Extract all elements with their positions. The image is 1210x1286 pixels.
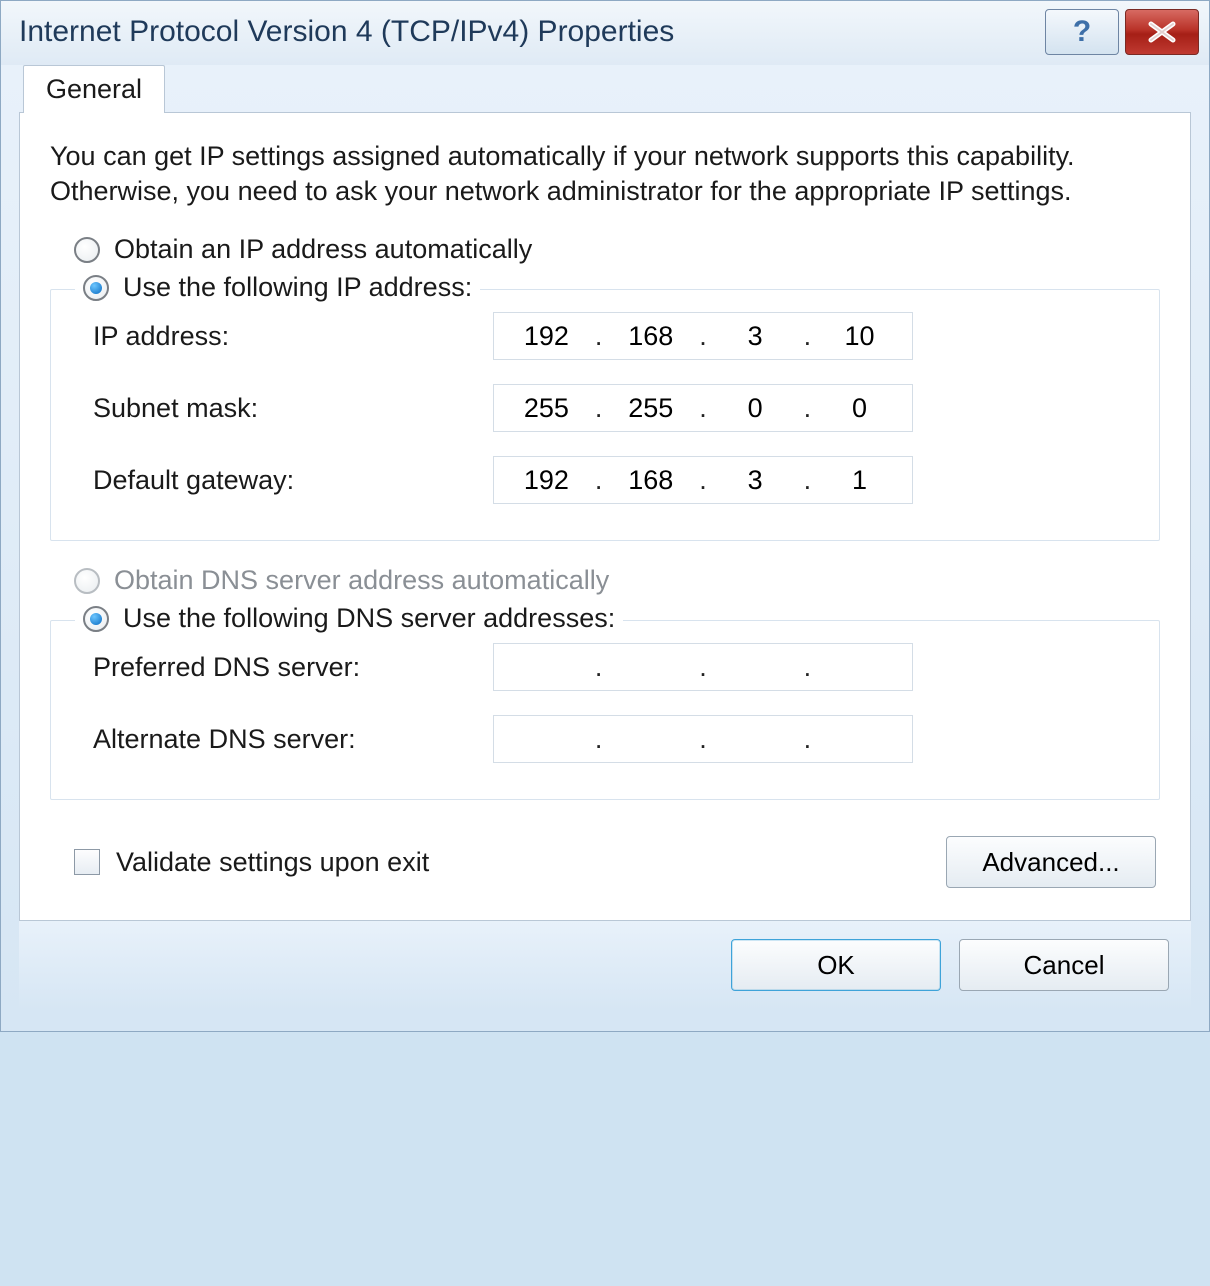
pref-octet-2[interactable] [604,651,697,684]
radio-ip-manual[interactable]: Use the following IP address: [75,272,480,303]
radio-label: Obtain DNS server address automatically [114,565,609,596]
dot-icon: . [802,321,814,352]
alt-octet-3[interactable] [709,723,802,756]
alt-octet-1[interactable] [500,723,593,756]
dialog-footer: OK Cancel [19,921,1191,1011]
radio-label: Use the following IP address: [123,272,472,303]
field-default-gateway: Default gateway: . . . [73,444,1137,516]
gw-octet-3[interactable] [709,464,802,497]
radio-dns-auto: Obtain DNS server address automatically [50,559,1160,602]
bottom-row: Validate settings upon exit Advanced... [50,818,1160,892]
radio-icon [74,237,100,263]
dot-icon: . [697,724,709,755]
dot-icon: . [593,465,605,496]
dot-icon: . [593,652,605,683]
dot-icon: . [802,724,814,755]
gw-octet-1[interactable] [500,464,593,497]
radio-label: Obtain an IP address automatically [114,234,532,265]
field-subnet-mask: Subnet mask: . . . [73,372,1137,444]
dot-icon: . [697,652,709,683]
label-pref-dns: Preferred DNS server: [93,652,493,683]
group-dns-manual: Use the following DNS server addresses: … [50,620,1160,800]
advanced-button[interactable]: Advanced... [946,836,1156,888]
mask-octet-4[interactable] [813,392,906,425]
help-icon: ? [1073,15,1091,49]
intro-text: You can get IP settings assigned automat… [50,139,1160,208]
pref-octet-4[interactable] [813,651,906,684]
ip-octet-1[interactable] [500,320,593,353]
window-title: Internet Protocol Version 4 (TCP/IPv4) P… [19,15,1039,49]
tab-panel-general: You can get IP settings assigned automat… [19,112,1191,921]
mask-octet-3[interactable] [709,392,802,425]
close-icon [1147,21,1177,43]
titlebar: Internet Protocol Version 4 (TCP/IPv4) P… [1,1,1209,65]
dot-icon: . [802,652,814,683]
pref-octet-3[interactable] [709,651,802,684]
label-ip: IP address: [93,321,493,352]
dot-icon: . [697,321,709,352]
radio-ip-auto[interactable]: Obtain an IP address automatically [50,228,1160,271]
dot-icon: . [697,393,709,424]
pref-octet-1[interactable] [500,651,593,684]
ok-button[interactable]: OK [731,939,941,991]
checkbox-validate-label: Validate settings upon exit [116,847,429,878]
cancel-button[interactable]: Cancel [959,939,1169,991]
input-preferred-dns[interactable]: . . . [493,643,913,691]
gw-octet-2[interactable] [604,464,697,497]
radio-icon [74,568,100,594]
client-area: General You can get IP settings assigned… [1,65,1209,1031]
dot-icon: . [802,393,814,424]
alt-octet-4[interactable] [813,723,906,756]
input-alternate-dns[interactable]: . . . [493,715,913,763]
ip-octet-2[interactable] [604,320,697,353]
label-gateway: Default gateway: [93,465,493,496]
radio-icon [83,275,109,301]
dot-icon: . [593,321,605,352]
input-ip-address[interactable]: . . . [493,312,913,360]
close-button[interactable] [1125,9,1199,55]
dialog-window: Internet Protocol Version 4 (TCP/IPv4) P… [0,0,1210,1032]
field-alternate-dns: Alternate DNS server: . . . [73,703,1137,775]
tabstrip: General [19,65,1191,113]
radio-icon [83,606,109,632]
field-ip-address: IP address: . . . [73,300,1137,372]
dot-icon: . [802,465,814,496]
group-ip-manual: Use the following IP address: IP address… [50,289,1160,541]
help-button[interactable]: ? [1045,9,1119,55]
label-mask: Subnet mask: [93,393,493,424]
checkbox-validate[interactable] [74,849,100,875]
dot-icon: . [697,465,709,496]
mask-octet-1[interactable] [500,392,593,425]
field-preferred-dns: Preferred DNS server: . . . [73,631,1137,703]
gw-octet-4[interactable] [813,464,906,497]
input-subnet-mask[interactable]: . . . [493,384,913,432]
tab-general[interactable]: General [23,65,165,113]
alt-octet-2[interactable] [604,723,697,756]
mask-octet-2[interactable] [604,392,697,425]
label-alt-dns: Alternate DNS server: [93,724,493,755]
radio-label: Use the following DNS server addresses: [123,603,615,634]
ip-octet-4[interactable] [813,320,906,353]
radio-dns-manual[interactable]: Use the following DNS server addresses: [75,603,623,634]
input-default-gateway[interactable]: . . . [493,456,913,504]
ip-octet-3[interactable] [709,320,802,353]
dot-icon: . [593,393,605,424]
dot-icon: . [593,724,605,755]
